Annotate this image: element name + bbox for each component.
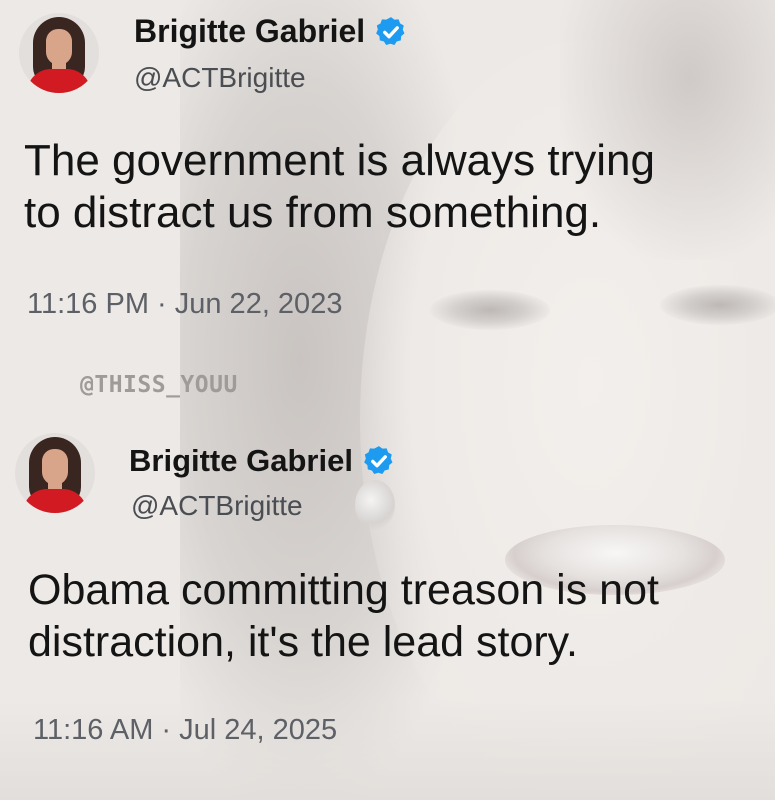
tweet-text: The government is always trying to distr…	[24, 135, 655, 239]
avatar[interactable]	[15, 433, 95, 513]
background-portrait	[0, 0, 775, 800]
avatar[interactable]	[19, 13, 99, 93]
tweet-text-line: to distract us from something.	[24, 188, 602, 237]
author-row: Brigitte Gabriel	[129, 443, 396, 479]
background-earring	[355, 480, 395, 530]
author-name[interactable]: Brigitte Gabriel	[129, 443, 353, 479]
tweet-text-line: Obama committing treason is not	[28, 566, 659, 614]
author-row: Brigitte Gabriel	[134, 13, 408, 50]
author-handle[interactable]: @ACTBrigitte	[134, 62, 306, 94]
avatar-face	[42, 449, 68, 485]
verified-badge-icon	[364, 446, 393, 475]
verified-badge-icon	[376, 16, 405, 45]
watermark-label: @THISS_YOUU	[80, 372, 238, 398]
tweet-text: Obama committing treason is not distract…	[28, 564, 659, 668]
avatar-face	[46, 29, 72, 65]
author-name[interactable]: Brigitte Gabriel	[134, 13, 365, 50]
tweet-text-line: The government is always trying	[24, 136, 655, 185]
tweet-timestamp[interactable]: 11:16 AM · Jul 24, 2025	[33, 714, 337, 747]
background-eye-left	[430, 290, 550, 330]
author-handle[interactable]: @ACTBrigitte	[131, 490, 303, 522]
background-eye-right	[660, 285, 775, 325]
tweet-text-line: distraction, it's the lead story.	[28, 618, 578, 666]
tweet-timestamp[interactable]: 11:16 PM · Jun 22, 2023	[27, 288, 342, 321]
